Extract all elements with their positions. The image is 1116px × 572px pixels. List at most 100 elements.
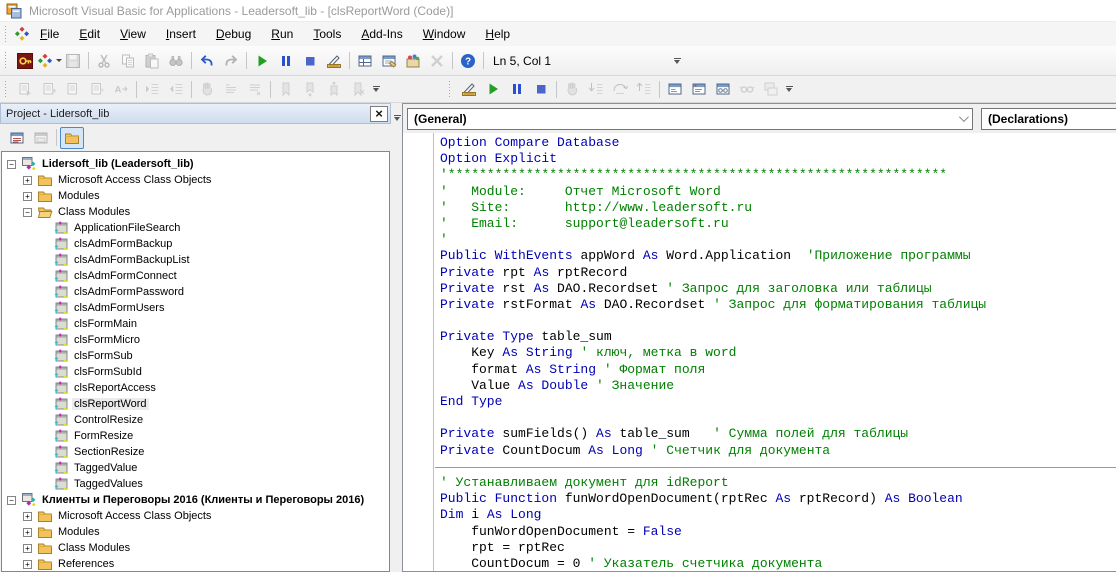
toolbar-grip[interactable] — [4, 26, 9, 43]
code-line[interactable]: ' Email: support@leadersoft.ru — [435, 216, 1116, 232]
object-browser-button[interactable] — [401, 50, 425, 72]
tree-item-controlresize[interactable]: ControlResize — [2, 412, 389, 428]
step-over-button[interactable] — [608, 78, 632, 100]
find-button[interactable] — [164, 50, 188, 72]
menu-run[interactable]: Run — [261, 23, 303, 45]
code-line[interactable]: Private rpt As rptRecord — [435, 265, 1116, 281]
toolbar-overflow-icon[interactable] — [370, 79, 382, 99]
procedure-dropdown[interactable]: (Declarations) — [981, 108, 1116, 130]
code-line[interactable]: End Type — [435, 394, 1116, 410]
parameter-info-button[interactable] — [85, 78, 109, 100]
tree-item-label[interactable]: clsAdmFormUsers — [72, 302, 166, 314]
save-button[interactable] — [61, 50, 85, 72]
break-button[interactable] — [505, 78, 529, 100]
tree-item-label[interactable]: SectionResize — [72, 446, 146, 458]
toggle-bookmark-button[interactable] — [274, 78, 298, 100]
tree-item-applicationfilesearch[interactable]: ApplicationFileSearch — [2, 220, 389, 236]
cut-button[interactable] — [92, 50, 116, 72]
tree-item-clsadmformusers[interactable]: clsAdmFormUsers — [2, 300, 389, 316]
tree-item-lidersoft_lib[interactable]: − Lidersoft_lib (Leadersoft_lib) — [2, 156, 389, 172]
menu-add-ins[interactable]: Add-Ins — [351, 23, 412, 45]
tree-item-label[interactable]: clsAdmFormPassword — [72, 286, 186, 298]
margin-indicator-bar[interactable] — [403, 133, 434, 571]
tree-item-clsreportword[interactable]: clsReportWord — [2, 396, 389, 412]
step-into-button[interactable] — [584, 78, 608, 100]
code-line[interactable]: CountDocum = 0 ' Указатель счетчика доку… — [435, 556, 1116, 571]
tree-item-microsoft[interactable]: +Microsoft Access Class Objects — [2, 172, 389, 188]
toggle-folders-button[interactable] — [60, 127, 84, 149]
complete-word-button[interactable]: A — [109, 78, 133, 100]
code-line[interactable]: Public Function funWordOpenDocument(rptR… — [435, 491, 1116, 507]
tree-item-label[interactable]: Microsoft Access Class Objects — [56, 510, 213, 522]
code-line[interactable]: Key As String ' ключ, метка в word — [435, 345, 1116, 361]
project-panel-header[interactable]: Project - Lidersoft_lib × — [0, 103, 391, 124]
toolbar-overflow-icon[interactable] — [671, 51, 683, 71]
quick-info-button[interactable] — [61, 78, 85, 100]
menu-help[interactable]: Help — [475, 23, 520, 45]
reset-button[interactable] — [298, 50, 322, 72]
code-line[interactable]: ' — [435, 232, 1116, 248]
expand-icon[interactable]: + — [23, 176, 32, 185]
view-code-button[interactable] — [5, 127, 29, 149]
code-line[interactable]: Option Explicit — [435, 151, 1116, 167]
comment-block-button[interactable] — [219, 78, 243, 100]
list-properties-button[interactable] — [13, 78, 37, 100]
tree-item-modules[interactable]: + Modules — [2, 524, 389, 540]
tree-item-label[interactable]: FormResize — [72, 430, 135, 442]
expand-icon[interactable]: + — [23, 512, 32, 521]
code-line[interactable]: ' Site: http://www.leadersoft.ru — [435, 200, 1116, 216]
code-editor[interactable]: Option Compare DatabaseOption Explicit'*… — [403, 133, 1116, 571]
tree-item-clsformmicro[interactable]: clsFormMicro — [2, 332, 389, 348]
project-explorer-button[interactable] — [353, 50, 377, 72]
tree-item-modules[interactable]: +Modules — [2, 188, 389, 204]
toggle-breakpoint-button[interactable] — [560, 78, 584, 100]
code-line[interactable]: Private rst As DAO.Recordset ' Запрос дл… — [435, 281, 1116, 297]
collapse-icon[interactable]: − — [7, 496, 16, 505]
collapse-icon[interactable]: − — [7, 160, 16, 169]
indent-button[interactable] — [140, 78, 164, 100]
tree-item-class[interactable]: +Class Modules — [2, 540, 389, 556]
menu-insert[interactable]: Insert — [156, 23, 206, 45]
expand-icon[interactable]: + — [23, 528, 32, 537]
code-line[interactable]: Private CountDocum As Long ' Счетчик для… — [435, 443, 1116, 459]
immediate-window-button[interactable] — [687, 78, 711, 100]
tree-item-clsreportaccess[interactable]: clsReportAccess — [2, 380, 389, 396]
clear-bookmarks-button[interactable] — [346, 78, 370, 100]
code-line[interactable]: rpt = rptRec — [435, 540, 1116, 556]
view-microsoft-access-button[interactable] — [13, 50, 37, 72]
list-constants-button[interactable] — [37, 78, 61, 100]
tree-item-microsoft[interactable]: + Microsoft Access Class Objects — [2, 508, 389, 524]
call-stack-button[interactable] — [759, 78, 783, 100]
watch-window-button[interactable] — [711, 78, 735, 100]
insert-object-button[interactable] — [37, 50, 61, 72]
menu-window[interactable]: Window — [413, 23, 476, 45]
uncomment-block-button[interactable] — [243, 78, 267, 100]
toolbar-overflow-icon[interactable] — [783, 79, 795, 99]
tree-item-label[interactable]: clsAdmFormBackup — [72, 238, 174, 250]
close-icon[interactable]: × — [370, 106, 388, 122]
tree-item-label[interactable]: References — [56, 558, 116, 570]
redo-button[interactable] — [219, 50, 243, 72]
tree-item-label[interactable]: ControlResize — [72, 414, 145, 426]
tree-item-clsadmformconnect[interactable]: clsAdmFormConnect — [2, 268, 389, 284]
object-dropdown[interactable]: (General) — [407, 108, 973, 130]
tree-item-label[interactable]: Lidersoft_lib (Leadersoft_lib) — [40, 158, 196, 170]
run-button[interactable] — [250, 50, 274, 72]
locals-window-button[interactable] — [663, 78, 687, 100]
tree-item-label[interactable]: clsAdmFormConnect — [72, 270, 179, 282]
design-mode-button[interactable] — [322, 50, 346, 72]
menu-edit[interactable]: Edit — [69, 23, 110, 45]
tree-item-clsformsubid[interactable]: clsFormSubId — [2, 364, 389, 380]
tree-item-clsformsub[interactable]: clsFormSub — [2, 348, 389, 364]
tree-item-references[interactable]: + References — [2, 556, 389, 572]
tree-item-label[interactable]: clsReportAccess — [72, 382, 158, 394]
tree-item-sectionresize[interactable]: SectionResize — [2, 444, 389, 460]
expand-icon[interactable]: + — [23, 560, 32, 569]
panel-splitter[interactable] — [391, 103, 402, 572]
code-line[interactable]: Value As Double ' Значение — [435, 378, 1116, 394]
tree-item-label[interactable]: Modules — [56, 526, 102, 538]
code-line[interactable]: Option Compare Database — [435, 135, 1116, 151]
tree-item-clsadmformpassword[interactable]: clsAdmFormPassword — [2, 284, 389, 300]
menu-tools[interactable]: Tools — [303, 23, 351, 45]
toggle-breakpoint-button[interactable] — [195, 78, 219, 100]
